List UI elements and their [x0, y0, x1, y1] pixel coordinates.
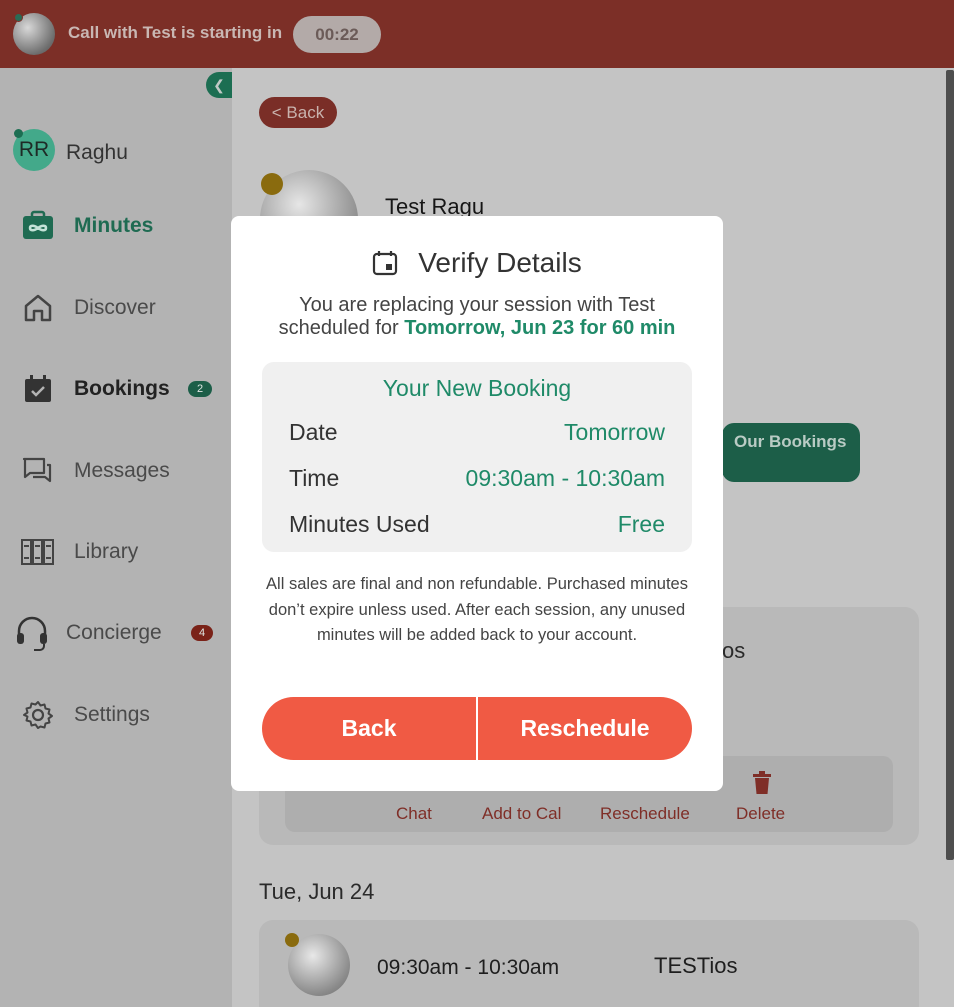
concierge-count-badge: 4 — [191, 625, 213, 641]
library-icon — [20, 534, 56, 570]
sidebar-item-label: Bookings — [74, 377, 170, 400]
gear-icon — [20, 697, 56, 733]
profile-status-dot — [261, 173, 283, 195]
back-button[interactable]: Back — [262, 697, 476, 760]
sidebar-item-minutes[interactable]: Minutes — [0, 206, 232, 246]
booking-card-name: os — [722, 638, 746, 663]
date-heading: Tue, Jun 24 — [259, 879, 375, 904]
modal-header: Verify Details — [231, 246, 723, 280]
sidebar-item-label: Concierge — [66, 621, 162, 644]
reschedule-button[interactable]: Reschedule — [478, 697, 692, 760]
calendar-check-icon — [20, 371, 56, 407]
refund-disclaimer: All sales are final and non refundable. … — [266, 575, 688, 644]
user-name[interactable]: Raghu — [66, 141, 128, 165]
trash-icon — [753, 771, 771, 794]
booking-card[interactable] — [259, 920, 919, 1007]
user-status-dot — [14, 129, 23, 138]
summary-row-time: Time 09:30am - 10:30am — [289, 463, 665, 493]
our-bookings-button[interactable]: Our Bookings — [722, 423, 860, 482]
summary-title: Your New Booking — [382, 375, 572, 401]
subtitle-highlight: Tomorrow, Jun 23 for 60 min — [404, 317, 676, 339]
chat-action-button[interactable]: Chat — [396, 804, 432, 824]
scrollbar[interactable] — [946, 70, 954, 860]
sidebar-item-discover[interactable]: Discover — [0, 288, 232, 328]
row-value: 09:30am - 10:30am — [465, 464, 665, 491]
bookings-count-badge: 2 — [188, 381, 212, 397]
row-label: Time — [289, 464, 340, 491]
call-countdown-timer: 00:22 — [293, 16, 381, 53]
summary-row-date: Date Tomorrow — [289, 417, 665, 447]
call-banner: Call with Test is starting in 00:22 — [0, 0, 954, 68]
booking-name: TESTios — [654, 953, 738, 978]
row-value: Free — [617, 510, 665, 537]
sidebar-item-label: Settings — [74, 703, 150, 726]
modal-subtitle: You are replacing your session with Test… — [251, 294, 703, 340]
headset-icon — [14, 615, 50, 651]
sidebar-item-bookings[interactable]: Bookings 2 — [0, 369, 232, 409]
online-status-dot — [14, 13, 23, 22]
row-value: Tomorrow — [564, 418, 665, 445]
home-icon — [20, 290, 56, 326]
booking-status-dot — [285, 933, 299, 947]
row-label: Date — [289, 418, 338, 445]
delete-action-button[interactable]: Delete — [736, 804, 785, 824]
verify-details-modal: Verify Details You are replacing your se… — [231, 216, 723, 791]
new-booking-summary: Your New Booking Date Tomorrow Time 09:3… — [262, 362, 692, 552]
chat-icon — [20, 453, 56, 489]
calendar-icon — [373, 251, 398, 276]
sidebar-item-label: Minutes — [74, 214, 154, 237]
modal-title: Verify Details — [418, 247, 582, 278]
row-label: Minutes Used — [289, 510, 430, 537]
sidebar-item-concierge[interactable]: Concierge 4 — [0, 613, 232, 653]
sidebar-item-messages[interactable]: Messages — [0, 451, 232, 491]
booking-time: 09:30am - 10:30am — [377, 956, 560, 979]
minutes-icon — [20, 208, 56, 244]
sidebar-item-label: Library — [74, 540, 139, 563]
page-back-button[interactable]: < Back — [259, 97, 337, 128]
sidebar-item-library[interactable]: Library — [0, 532, 232, 572]
sidebar-item-settings[interactable]: Settings — [0, 695, 232, 735]
call-banner-text: Call with Test is starting in — [68, 23, 283, 42]
chevron-left-icon: ❮ — [213, 76, 225, 93]
sidebar-item-label: Discover — [74, 296, 156, 319]
collapse-sidebar-button[interactable]: ❮ — [206, 72, 232, 98]
modal-button-group: Back Reschedule — [262, 697, 692, 760]
add-to-cal-action-button[interactable]: Add to Cal — [482, 804, 561, 824]
summary-row-minutes-used: Minutes Used Free — [289, 509, 665, 539]
reschedule-action-button[interactable]: Reschedule — [600, 804, 690, 824]
sidebar-item-label: Messages — [74, 459, 170, 482]
